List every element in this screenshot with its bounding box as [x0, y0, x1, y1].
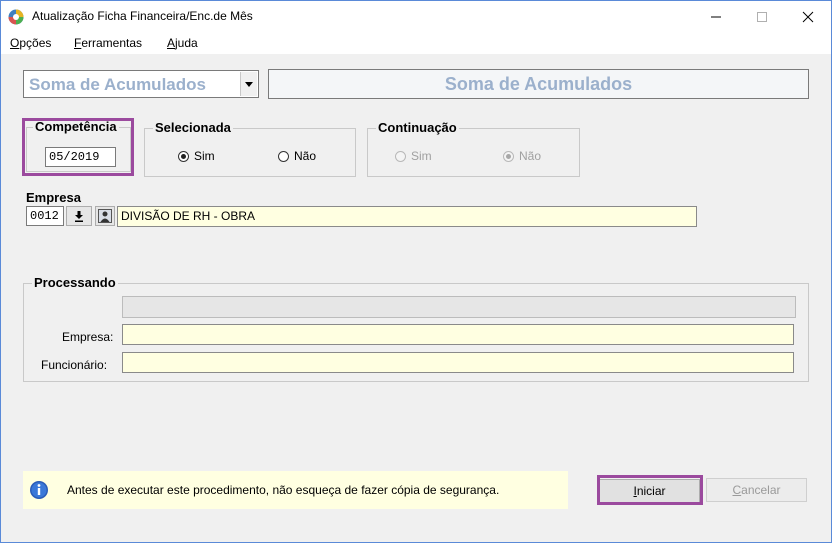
- close-button[interactable]: [785, 1, 831, 32]
- empresa-code-input[interactable]: 0012: [26, 206, 64, 226]
- menu-ferramentas[interactable]: Ferramentas: [74, 36, 142, 50]
- empresa-label: Empresa: [26, 190, 81, 205]
- continuacao-group: Continuação Sim Não: [367, 120, 580, 177]
- procedure-select[interactable]: Soma de Acumulados: [23, 70, 259, 98]
- empresa-download-button[interactable]: [66, 206, 92, 226]
- person-lookup-icon: [98, 209, 112, 223]
- procedure-select-value: Soma de Acumulados: [29, 75, 206, 94]
- radio-indicator: [278, 150, 289, 162]
- client-area: Soma de Acumulados Soma de Acumulados Co…: [1, 54, 831, 542]
- processando-empresa-label: Empresa:: [62, 330, 114, 344]
- minimize-button[interactable]: [693, 1, 739, 32]
- download-arrow-icon: [75, 210, 83, 222]
- maximize-icon: [757, 11, 767, 22]
- selecionada-group: Selecionada Sim Não: [144, 120, 356, 177]
- procedure-dropdown-button[interactable]: [240, 72, 257, 96]
- processing-progress-bar: [122, 296, 796, 318]
- title-bar: Atualização Ficha Financeira/Enc.de Mês: [1, 1, 831, 32]
- iniciar-highlight: [597, 475, 703, 505]
- processando-legend: Processando: [32, 275, 118, 291]
- empresa-lookup-button[interactable]: [95, 206, 115, 226]
- minimize-icon: [711, 16, 721, 17]
- processando-funcionario-field: [122, 352, 794, 373]
- cancelar-button[interactable]: Cancelar: [706, 478, 807, 502]
- processando-funcionario-label: Funcionário:: [41, 358, 108, 372]
- selecionada-sim-radio[interactable]: Sim: [178, 149, 215, 163]
- processando-empresa-field: [122, 324, 794, 345]
- close-icon: [802, 11, 814, 22]
- empresa-name-field: DIVISÃO DE RH - OBRA: [117, 206, 697, 227]
- maximize-button[interactable]: [739, 1, 785, 32]
- radio-checked-indicator: [503, 150, 514, 162]
- radio-checked-indicator: [178, 150, 189, 162]
- continuacao-legend: Continuação: [376, 120, 459, 136]
- window-title: Atualização Ficha Financeira/Enc.de Mês: [32, 9, 253, 23]
- info-bar: Antes de executar este procedimento, não…: [23, 471, 568, 509]
- continuacao-sim-radio[interactable]: Sim: [395, 149, 432, 163]
- app-globe-icon: [8, 9, 24, 25]
- radio-indicator: [395, 150, 406, 162]
- continuacao-nao-radio[interactable]: Não: [503, 149, 541, 163]
- menu-ajuda[interactable]: Ajuda: [167, 36, 198, 50]
- procedure-header-title: Soma de Acumulados: [444, 73, 633, 94]
- info-icon: [30, 481, 48, 499]
- menu-opcoes[interactable]: Opções: [10, 36, 51, 50]
- selecionada-nao-radio[interactable]: Não: [278, 149, 316, 163]
- competencia-highlight: [22, 118, 134, 176]
- selecionada-legend: Selecionada: [153, 120, 233, 136]
- processando-group: Processando Empresa: Funcionário:: [23, 275, 809, 382]
- main-window: Atualização Ficha Financeira/Enc.de Mês …: [0, 0, 832, 543]
- info-message: Antes de executar este procedimento, não…: [67, 483, 500, 497]
- menu-bar: Opções Ferramentas Ajuda: [1, 32, 831, 54]
- chevron-down-icon: [245, 81, 253, 87]
- procedure-header: Soma de Acumulados: [268, 69, 809, 99]
